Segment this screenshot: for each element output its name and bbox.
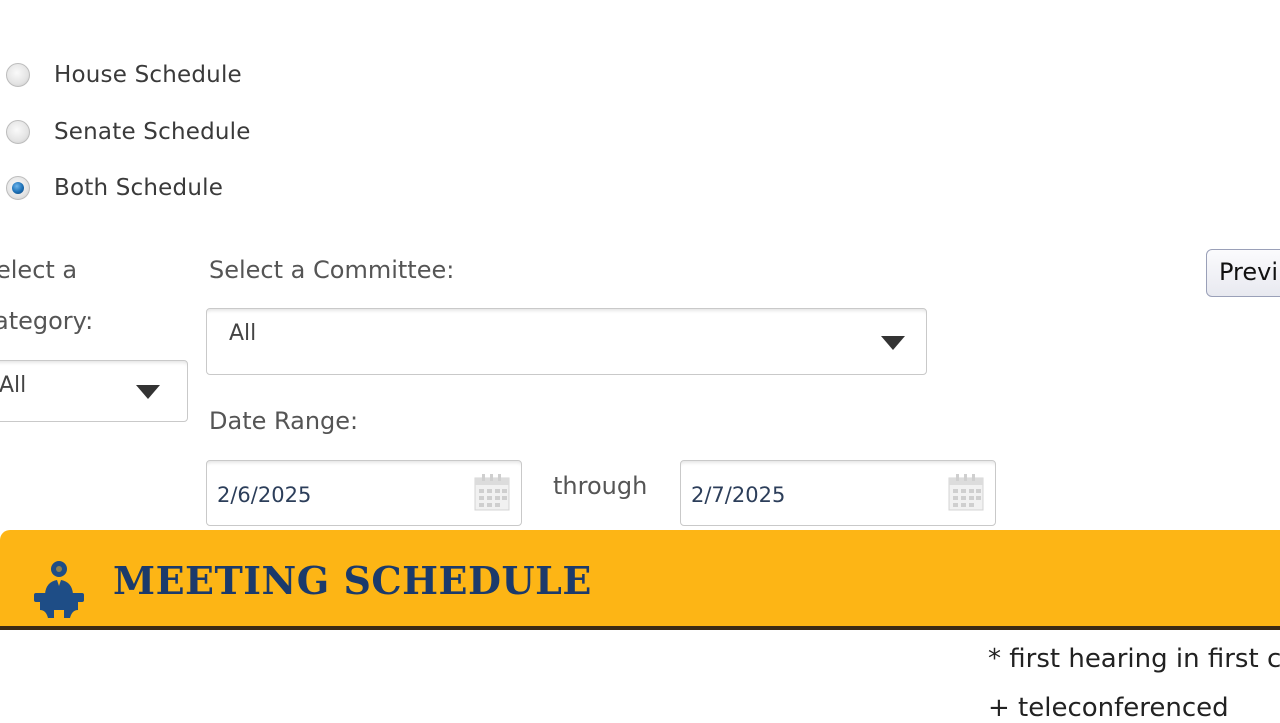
senate-schedule-radio[interactable] [6, 120, 30, 144]
category-select[interactable]: All [0, 360, 188, 422]
both-schedule-radio[interactable] [6, 176, 30, 200]
banner-title: MEETING SCHEDULE [113, 558, 592, 603]
calendar-icon[interactable] [947, 472, 985, 512]
speaker-podium-icon [34, 561, 84, 618]
legend-first-hearing: * first hearing in first c [988, 644, 1280, 674]
committee-select[interactable]: All [206, 308, 927, 375]
radio-selected-dot [12, 182, 24, 194]
category-select-value: All [0, 373, 27, 398]
date-range-label: Date Range: [209, 407, 359, 435]
meeting-schedule-banner: MEETING SCHEDULE [0, 530, 1280, 630]
radio-senate-schedule[interactable]: Senate Schedule [6, 119, 251, 145]
start-date-value: 2/6/2025 [217, 483, 312, 507]
end-date-value: 2/7/2025 [691, 483, 786, 507]
senate-schedule-label: Senate Schedule [54, 119, 251, 145]
chevron-down-icon [136, 385, 160, 399]
calendar-icon[interactable] [473, 472, 511, 512]
radio-both-schedule[interactable]: Both Schedule [6, 175, 223, 201]
preview-button[interactable]: Previ [1206, 249, 1280, 297]
both-schedule-label: Both Schedule [54, 175, 224, 201]
date-range-separator: through [553, 472, 648, 500]
house-schedule-radio[interactable] [6, 63, 30, 87]
category-label-line1: elect a [0, 256, 78, 284]
end-date-input[interactable]: 2/7/2025 [680, 460, 996, 526]
committee-select-value: All [229, 321, 257, 346]
radio-house-schedule[interactable]: House Schedule [6, 62, 242, 88]
category-label-line2: ategory: [0, 307, 94, 335]
chevron-down-icon [881, 336, 905, 350]
house-schedule-label: House Schedule [54, 62, 242, 88]
start-date-input[interactable]: 2/6/2025 [206, 460, 522, 526]
legend-teleconferenced: + teleconferenced [988, 693, 1229, 723]
committee-label: Select a Committee: [209, 256, 455, 284]
